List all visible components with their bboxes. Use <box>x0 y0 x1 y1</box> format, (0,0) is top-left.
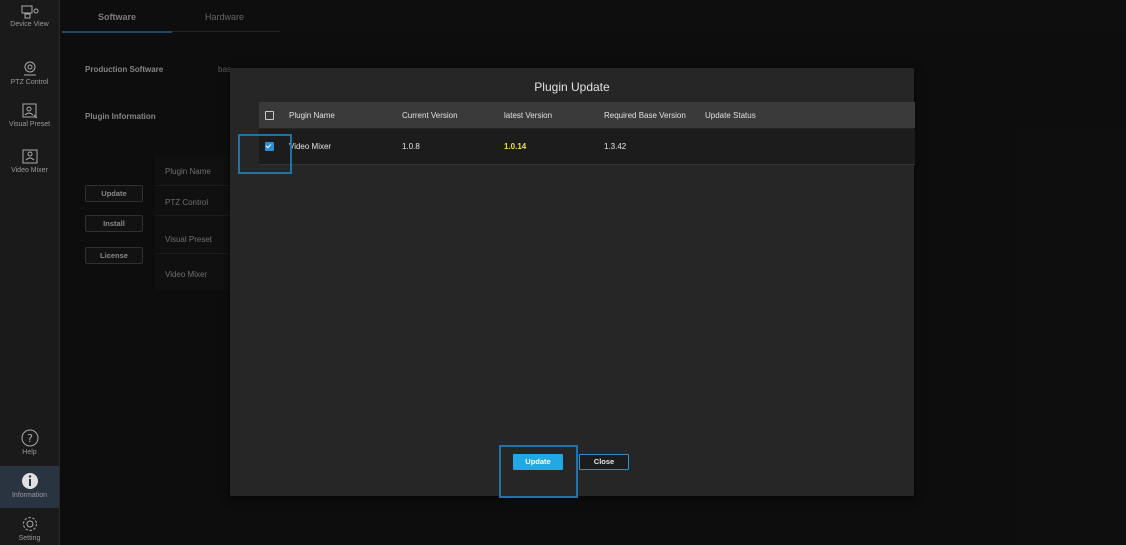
column-header: Update Status <box>705 111 756 120</box>
table-row[interactable]: Video Mixer 1.0.8 1.0.14 1.3.42 <box>259 129 915 165</box>
sidebar-item-label: Setting <box>18 535 41 542</box>
sidebar-item-label: Help <box>22 449 37 456</box>
dialog-close-button[interactable]: Close <box>579 454 629 470</box>
table-header: Plugin Name Current Version latest Versi… <box>259 102 915 128</box>
sidebar-item-setting[interactable]: Setting <box>0 514 59 542</box>
svg-text:?: ? <box>27 432 33 445</box>
sidebar-item-information[interactable]: Information <box>0 466 59 508</box>
gear-icon <box>22 517 37 531</box>
plugin-name-cell: Video Mixer <box>289 142 332 151</box>
checkbox-callout-highlight <box>238 134 292 174</box>
current-version-cell: 1.0.8 <box>402 142 420 151</box>
column-header: latest Version <box>504 111 553 120</box>
info-icon <box>21 473 38 489</box>
required-base-version-cell: 1.3.42 <box>604 142 627 151</box>
video-mixer-icon <box>22 149 37 164</box>
sidebar-item-label: Video Mixer <box>11 167 48 174</box>
sidebar-item-visual-preset[interactable]: Visual Preset <box>0 102 59 128</box>
sidebar-item-device-view[interactable]: Device View <box>0 4 59 28</box>
dialog-title: Plugin Update <box>534 80 610 94</box>
column-header: Current Version <box>402 111 458 120</box>
device-view-icon <box>21 5 38 19</box>
plugin-update-dialog: Plugin Update Plugin Name Current Versio… <box>230 68 915 496</box>
visual-preset-icon <box>22 103 37 119</box>
column-header: Plugin Name <box>289 111 335 120</box>
column-header: Required Base Version <box>604 111 686 120</box>
select-all-checkbox[interactable] <box>265 111 274 120</box>
latest-version-cell: 1.0.14 <box>504 142 527 151</box>
sidebar-item-label: Information <box>11 492 48 499</box>
sidebar: Device View PTZ Control Visual Preset Vi… <box>0 0 60 545</box>
sidebar-item-video-mixer[interactable]: Video Mixer <box>0 148 59 174</box>
sidebar-item-help[interactable]: ? Help <box>0 428 59 456</box>
sidebar-item-label: Visual Preset <box>8 121 51 128</box>
sidebar-item-ptz-control[interactable]: PTZ Control <box>0 60 59 86</box>
update-button-callout-highlight <box>499 445 578 498</box>
sidebar-item-label: Device View <box>10 21 49 28</box>
help-icon: ? <box>21 429 38 447</box>
sidebar-item-label: PTZ Control <box>10 79 49 86</box>
ptz-camera-icon <box>23 61 36 76</box>
